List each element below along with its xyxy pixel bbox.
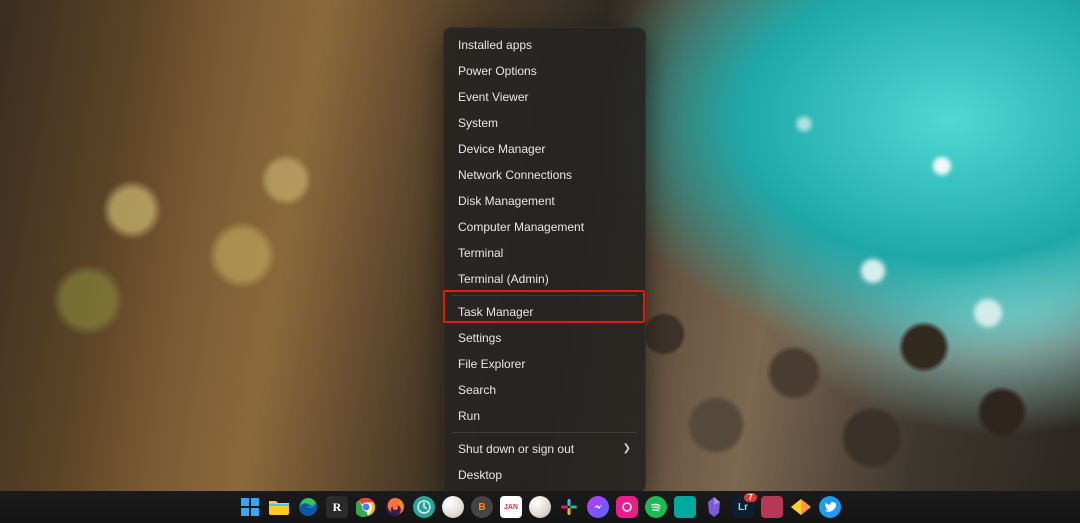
menu-item-label: Search — [458, 377, 496, 403]
box-app-icon[interactable] — [761, 496, 783, 518]
menu-item-task-manager[interactable]: Task Manager — [444, 299, 645, 325]
menu-item-label: Device Manager — [458, 136, 545, 162]
orange-app-icon[interactable] — [790, 496, 812, 518]
menu-item-label: Desktop — [458, 462, 502, 488]
app-letter: R — [333, 500, 342, 515]
menu-item-label: Terminal (Admin) — [458, 266, 549, 292]
menu-item-computer-management[interactable]: Computer Management — [444, 214, 645, 240]
menu-item-label: Shut down or sign out — [458, 436, 574, 462]
ocean-foam-decoration — [620, 40, 1080, 460]
menu-item-installed-apps[interactable]: Installed apps — [444, 32, 645, 58]
lightroom-icon[interactable]: Lr 7 — [732, 496, 754, 518]
teal-app-icon[interactable] — [674, 496, 696, 518]
menu-item-system[interactable]: System — [444, 110, 645, 136]
calendar-icon[interactable]: JAN — [500, 496, 522, 518]
menu-separator — [452, 432, 637, 433]
menu-item-desktop[interactable]: Desktop — [444, 462, 645, 488]
app-letter: Lr — [738, 502, 748, 513]
menu-item-label: Computer Management — [458, 214, 584, 240]
file-explorer-icon[interactable] — [268, 496, 290, 518]
menu-item-label: System — [458, 110, 498, 136]
menu-item-label: Power Options — [458, 58, 537, 84]
menu-item-label: Event Viewer — [458, 84, 528, 110]
menu-item-label: Network Connections — [458, 162, 572, 188]
firefox-icon[interactable] — [384, 496, 406, 518]
obsidian-icon[interactable] — [703, 496, 725, 518]
chevron-right-icon: ❯ — [623, 436, 631, 462]
slack-icon[interactable] — [558, 496, 580, 518]
menu-item-search[interactable]: Search — [444, 377, 645, 403]
menu-item-settings[interactable]: Settings — [444, 325, 645, 351]
twitter-icon[interactable] — [819, 496, 841, 518]
menu-item-label: Task Manager — [458, 299, 533, 325]
menu-item-shut-down[interactable]: Shut down or sign out ❯ — [444, 436, 645, 462]
menu-item-power-options[interactable]: Power Options — [444, 58, 645, 84]
spotify-icon[interactable] — [645, 496, 667, 518]
app-r-icon[interactable]: R — [326, 496, 348, 518]
chrome-icon[interactable] — [355, 496, 377, 518]
edge-icon[interactable] — [297, 496, 319, 518]
round-app-2-icon[interactable] — [529, 496, 551, 518]
clock-app-icon[interactable] — [413, 496, 435, 518]
start-icon[interactable] — [239, 496, 261, 518]
notification-badge: 7 — [744, 493, 757, 502]
menu-item-network-connections[interactable]: Network Connections — [444, 162, 645, 188]
menu-item-terminal-admin[interactable]: Terminal (Admin) — [444, 266, 645, 292]
menu-item-disk-management[interactable]: Disk Management — [444, 188, 645, 214]
winx-context-menu: Installed apps Power Options Event Viewe… — [443, 27, 646, 493]
menu-item-label: Installed apps — [458, 32, 532, 58]
menu-item-label: Terminal — [458, 240, 503, 266]
menu-item-label: File Explorer — [458, 351, 525, 377]
round-app-icon[interactable] — [442, 496, 464, 518]
messenger-icon[interactable] — [587, 496, 609, 518]
desktop-wallpaper: Installed apps Power Options Event Viewe… — [0, 0, 1080, 523]
taskbar: R B JAN Lr 7 — [0, 491, 1080, 523]
menu-item-label: Disk Management — [458, 188, 555, 214]
menu-item-file-explorer[interactable]: File Explorer — [444, 351, 645, 377]
app-letter: JAN — [504, 504, 518, 511]
menu-separator — [452, 295, 637, 296]
brave-icon[interactable]: B — [471, 496, 493, 518]
menu-item-event-viewer[interactable]: Event Viewer — [444, 84, 645, 110]
menu-item-label: Run — [458, 403, 480, 429]
app-letter: B — [478, 502, 485, 513]
pink-app-icon[interactable] — [616, 496, 638, 518]
hill-grass-decoration — [0, 90, 440, 390]
menu-item-device-manager[interactable]: Device Manager — [444, 136, 645, 162]
menu-item-run[interactable]: Run — [444, 403, 645, 429]
menu-item-terminal[interactable]: Terminal — [444, 240, 645, 266]
menu-item-label: Settings — [458, 325, 501, 351]
